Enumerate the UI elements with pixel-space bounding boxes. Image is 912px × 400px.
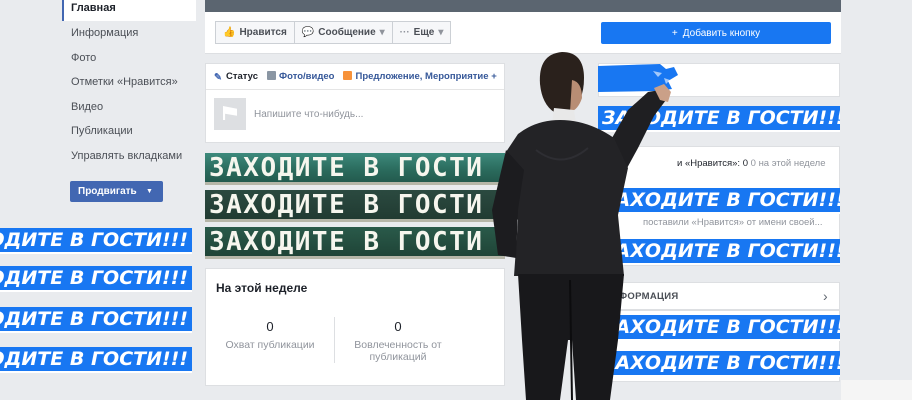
caret-down-icon: ▾ — [379, 27, 385, 38]
composer-tab-status[interactable]: ✎ Статус — [214, 71, 259, 83]
sidebar-item-info[interactable]: Информация — [62, 21, 196, 46]
sidebar-item-likes[interactable]: Отметки «Нравится» — [62, 70, 196, 95]
composer-tab-offer[interactable]: Предложение, Мероприятие + — [343, 71, 497, 82]
post-composer: ✎ Статус Фото/видео Предложение, Мероприя… — [205, 63, 505, 143]
promo-banner-left: ОДИТЕ В ГОСТИ!!! — [0, 266, 192, 292]
message-button[interactable]: 💬 Сообщение ▾ — [293, 21, 393, 44]
reach-value: 0 — [266, 319, 274, 334]
chalkboard-banner: ЗАХОДИТЕ В ГОСТИ — [205, 227, 505, 259]
reach-label: Охват публикации — [225, 339, 315, 351]
chalkboard-banner: ЗАХОДИТЕ В ГОСТИ — [205, 190, 505, 222]
page-bottom-edge — [841, 380, 912, 400]
message-button-label: Сообщение — [318, 27, 376, 38]
sidebar-item-posts[interactable]: Публикации — [62, 119, 196, 144]
this-week-card: На этой неделе 0 Охват публикации 0 Вовл… — [205, 268, 505, 386]
camera-icon — [267, 71, 277, 80]
left-sidebar: Главная Информация Фото Отметки «Нравитс… — [62, 0, 196, 168]
reach-metric: 0 Охват публикации — [206, 319, 334, 351]
sidebar-item-photos[interactable]: Фото — [62, 46, 196, 71]
promo-banner-left: ОДИТЕ В ГОСТИ!!! — [0, 228, 192, 254]
likes-count-row: и «Нравится»: 0 0 на этой неделе — [677, 158, 826, 169]
add-button-label: Добавить кнопку — [682, 27, 761, 39]
cover-photo-edge — [205, 0, 841, 12]
sidebar-item-manage-tabs[interactable]: Управлять вкладками — [62, 144, 196, 169]
composer-input[interactable]: Напишите что-нибудь... — [254, 109, 363, 120]
more-dots-icon: ··· — [399, 27, 410, 38]
sidebar-item-videos[interactable]: Видео — [62, 95, 196, 120]
composer-tab-photo-label: Фото/видео — [279, 71, 335, 82]
thumbs-up-icon: 👍 — [223, 27, 236, 38]
this-week-title: На этой неделе — [216, 281, 308, 295]
promote-button[interactable]: Продвигать ▼ — [70, 181, 163, 202]
like-button[interactable]: 👍 Нравится — [215, 21, 295, 44]
chat-bubble-icon: 💬 — [301, 27, 315, 38]
composer-tab-offer-label: Предложение, Мероприятие + — [355, 71, 497, 82]
promo-banner-left: ОДИТЕ В ГОСТИ!!! — [0, 347, 192, 373]
engagement-label: Вовлеченность от публикаций — [354, 339, 442, 363]
caret-down-icon[interactable]: ▼ — [146, 188, 153, 195]
like-button-label: Нравится — [239, 27, 287, 38]
businessman-illustration — [492, 52, 671, 400]
likes-week-text: 0 на этой неделе — [750, 158, 826, 169]
page-avatar — [214, 98, 246, 130]
offer-icon — [343, 71, 353, 80]
chalkboard-banner: ЗАХОДИТЕ В ГОСТИ — [205, 153, 505, 185]
chevron-right-icon[interactable]: › — [823, 288, 828, 304]
more-button-label: Еще — [413, 27, 435, 38]
promote-button-label: Продвигать — [78, 186, 137, 197]
composer-tab-photo[interactable]: Фото/видео — [267, 71, 334, 82]
composer-tab-status-label: Статус — [226, 71, 259, 82]
plus-icon: + — [671, 27, 678, 39]
promo-banner-left: ОДИТЕ В ГОСТИ!!! — [0, 307, 192, 333]
more-button[interactable]: ··· Еще ▾ — [391, 21, 452, 44]
pencil-icon: ✎ — [214, 72, 222, 83]
engagement-metric: 0 Вовлеченность от публикаций — [334, 319, 462, 363]
sidebar-item-home[interactable]: Главная — [62, 0, 196, 21]
engagement-value: 0 — [394, 319, 402, 334]
caret-down-icon: ▾ — [438, 27, 444, 38]
